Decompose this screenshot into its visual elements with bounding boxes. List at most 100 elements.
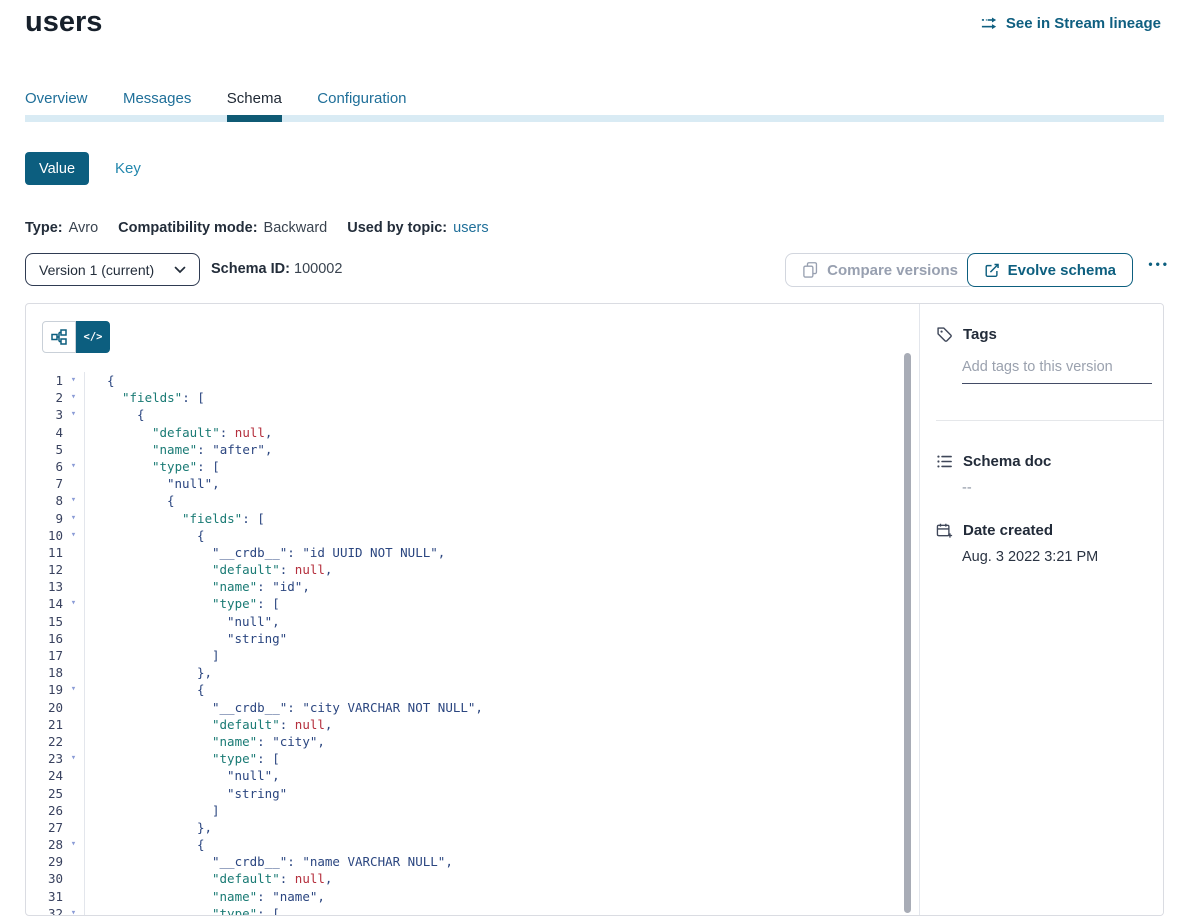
page-title: users — [25, 6, 102, 39]
code-text: "type": [ — [84, 458, 904, 475]
code-line: 20"__crdb__": "city VARCHAR NOT NULL", — [26, 699, 904, 716]
code-text: }, — [84, 664, 904, 681]
date-created-heading-label: Date created — [963, 522, 1053, 539]
evolve-schema-icon — [984, 262, 1000, 279]
fold-toggle-icon[interactable]: ▾ — [63, 406, 84, 423]
code-text: "name": "city", — [84, 733, 904, 750]
tab-bar: Overview Messages Schema Configuration — [25, 90, 1164, 124]
evolve-schema-label: Evolve schema — [1008, 262, 1116, 279]
evolve-schema-button[interactable]: Evolve schema — [967, 253, 1133, 287]
code-line: 4"default": null, — [26, 424, 904, 441]
code-text: "string" — [84, 630, 904, 647]
fold-toggle-icon[interactable]: ▾ — [63, 372, 84, 389]
tags-heading-label: Tags — [963, 326, 997, 343]
tab-messages[interactable]: Messages — [123, 90, 191, 107]
version-select[interactable]: Version 1 (current) — [25, 253, 200, 286]
fold-spacer — [63, 785, 84, 802]
schema-doc-heading: Schema doc — [936, 453, 1147, 470]
code-text: "name": "after", — [84, 441, 904, 458]
line-number: 19 — [26, 681, 63, 698]
code-line: 22 "name": "city", — [26, 733, 904, 750]
fold-toggle-icon[interactable]: ▾ — [63, 750, 84, 767]
fold-toggle-icon[interactable]: ▾ — [63, 527, 84, 544]
code-text: }, — [84, 819, 904, 836]
fold-toggle-icon[interactable]: ▾ — [63, 681, 84, 698]
schema-meta-row: Type: Avro Compatibility mode: Backward … — [25, 220, 489, 236]
code-scrollbar[interactable] — [904, 353, 911, 913]
code-line: 7"null", — [26, 475, 904, 492]
schema-doc-heading-label: Schema doc — [963, 453, 1051, 470]
fold-toggle-icon[interactable]: ▾ — [63, 510, 84, 527]
line-number: 3 — [26, 406, 63, 423]
line-number: 6 — [26, 458, 63, 475]
tab-overview[interactable]: Overview — [25, 90, 88, 107]
tree-view-icon — [51, 329, 67, 345]
tree-view-button[interactable] — [42, 321, 76, 353]
line-number: 22 — [26, 733, 63, 750]
code-line: 24"null", — [26, 767, 904, 784]
code-view-button[interactable]: </> — [76, 321, 110, 353]
fold-toggle-icon[interactable]: ▾ — [63, 492, 84, 509]
code-text: "__crdb__": "name VARCHAR NULL", — [84, 853, 904, 870]
line-number: 25 — [26, 785, 63, 802]
code-line: 10▾{ — [26, 527, 904, 544]
code-line: 9▾"fields": [ — [26, 510, 904, 527]
fold-toggle-icon[interactable]: ▾ — [63, 905, 84, 915]
line-number: 20 — [26, 699, 63, 716]
fold-spacer — [63, 853, 84, 870]
code-text: { — [84, 406, 904, 423]
compatibility-mode-label: Compatibility mode: — [118, 220, 257, 236]
fold-toggle-icon[interactable]: ▾ — [63, 595, 84, 612]
code-text: "fields": [ — [84, 510, 904, 527]
date-created-value: Aug. 3 2022 3:21 PM — [962, 549, 1147, 565]
code-line: 5"name": "after", — [26, 441, 904, 458]
code-line: 25"string" — [26, 785, 904, 802]
code-text: "type": [ — [84, 750, 904, 767]
tag-icon — [936, 326, 953, 343]
code-line: 30"default": null, — [26, 870, 904, 887]
tab-configuration[interactable]: Configuration — [317, 90, 406, 107]
code-line: 28▾{ — [26, 836, 904, 853]
fold-toggle-icon[interactable]: ▾ — [63, 836, 84, 853]
line-number: 32 — [26, 905, 63, 915]
fold-spacer — [63, 888, 84, 905]
code-line: 15"null", — [26, 613, 904, 630]
line-number: 12 — [26, 561, 63, 578]
fold-toggle-icon[interactable]: ▾ — [63, 389, 84, 406]
code-text: { — [84, 527, 904, 544]
add-tags-input[interactable] — [962, 359, 1152, 384]
stream-lineage-link[interactable]: See in Stream lineage — [980, 15, 1161, 32]
value-toggle-button[interactable]: Value — [25, 152, 89, 185]
line-number: 17 — [26, 647, 63, 664]
code-line: 8▾{ — [26, 492, 904, 509]
compare-versions-button[interactable]: Compare versions — [785, 253, 975, 287]
code-text: "null", — [84, 613, 904, 630]
code-text: "default": null, — [84, 870, 904, 887]
code-text: { — [84, 836, 904, 853]
tags-section-heading: Tags — [936, 326, 1147, 343]
code-line: 11"__crdb__": "id UUID NOT NULL", — [26, 544, 904, 561]
line-number: 29 — [26, 853, 63, 870]
code-line: 18}, — [26, 664, 904, 681]
key-toggle-button[interactable]: Key — [115, 160, 141, 177]
fold-spacer — [63, 767, 84, 784]
line-number: 31 — [26, 888, 63, 905]
schema-sidebar: Tags Schema doc -- Date created — [919, 304, 1163, 915]
tab-schema[interactable]: Schema — [227, 90, 282, 107]
date-created-heading: Date created — [936, 522, 1147, 539]
line-number: 4 — [26, 424, 63, 441]
used-by-topic-link[interactable]: users — [453, 220, 488, 236]
schema-code-viewer[interactable]: 1▾{2▾"fields": [3▾{4"default": null,5"na… — [26, 372, 904, 915]
fold-spacer — [63, 664, 84, 681]
code-line: 19▾{ — [26, 681, 904, 698]
code-line: 29 "__crdb__": "name VARCHAR NULL", — [26, 853, 904, 870]
fold-toggle-icon[interactable]: ▾ — [63, 458, 84, 475]
more-options-button[interactable]: ••• — [1148, 257, 1170, 271]
fold-spacer — [63, 441, 84, 458]
code-text: "null", — [84, 767, 904, 784]
fold-spacer — [63, 819, 84, 836]
code-line: 17] — [26, 647, 904, 664]
line-number: 7 — [26, 475, 63, 492]
code-line: 3▾{ — [26, 406, 904, 423]
code-line: 2▾"fields": [ — [26, 389, 904, 406]
